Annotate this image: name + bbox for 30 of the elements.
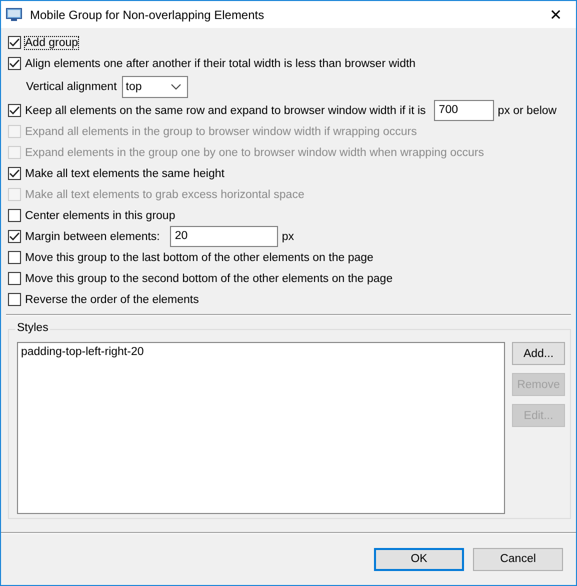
checkbox[interactable]: Move this group to the second bottom of the other elements on the page bbox=[6, 270, 395, 287]
dialog-button[interactable]: Cancel bbox=[473, 548, 563, 570]
group-title: Styles bbox=[15, 322, 50, 334]
checkbox[interactable]: Move this group to the last bottom of the other elements on the page bbox=[6, 249, 376, 266]
caret-icon bbox=[170, 84, 181, 90]
field-label: Vertical alignment bbox=[26, 81, 117, 93]
checkbox[interactable]: Add group bbox=[6, 34, 80, 51]
checkbox[interactable]: Center elements in this group bbox=[6, 207, 178, 224]
app-icon bbox=[6, 8, 22, 22]
check-icon bbox=[9, 106, 20, 115]
close-button[interactable]: ✕ bbox=[536, 6, 576, 24]
unit-label: px bbox=[282, 230, 294, 242]
checkbox[interactable]: Reverse the order of the elements bbox=[6, 291, 201, 308]
check-icon bbox=[9, 232, 20, 241]
checkbox[interactable]: Margin between elements: bbox=[6, 228, 162, 245]
list-box[interactable]: padding-top-left-right-20 bbox=[17, 342, 505, 514]
checkbox[interactable]: Align elements one after another if their total width is less than browser width bbox=[6, 55, 418, 72]
checkbox[interactable]: Keep all elements on the same row and expand to browser window width if it is bbox=[6, 102, 428, 119]
check-icon bbox=[9, 169, 20, 178]
window-title: Mobile Group for Non-overlapping Elements bbox=[30, 8, 266, 22]
dropdown[interactable]: top bbox=[122, 76, 188, 98]
check-icon bbox=[9, 59, 20, 68]
dialog-button[interactable]: OK bbox=[374, 548, 464, 570]
number-field[interactable]: 700 bbox=[434, 100, 494, 121]
side-button[interactable]: Add... bbox=[512, 342, 565, 365]
unit-label: px or below bbox=[498, 104, 557, 116]
number-field[interactable]: 20 bbox=[170, 226, 278, 247]
checkbox[interactable]: Make all text elements the same height bbox=[6, 165, 226, 182]
check-icon bbox=[9, 38, 20, 47]
list-item[interactable]: padding-top-left-right-20 bbox=[21, 346, 501, 358]
